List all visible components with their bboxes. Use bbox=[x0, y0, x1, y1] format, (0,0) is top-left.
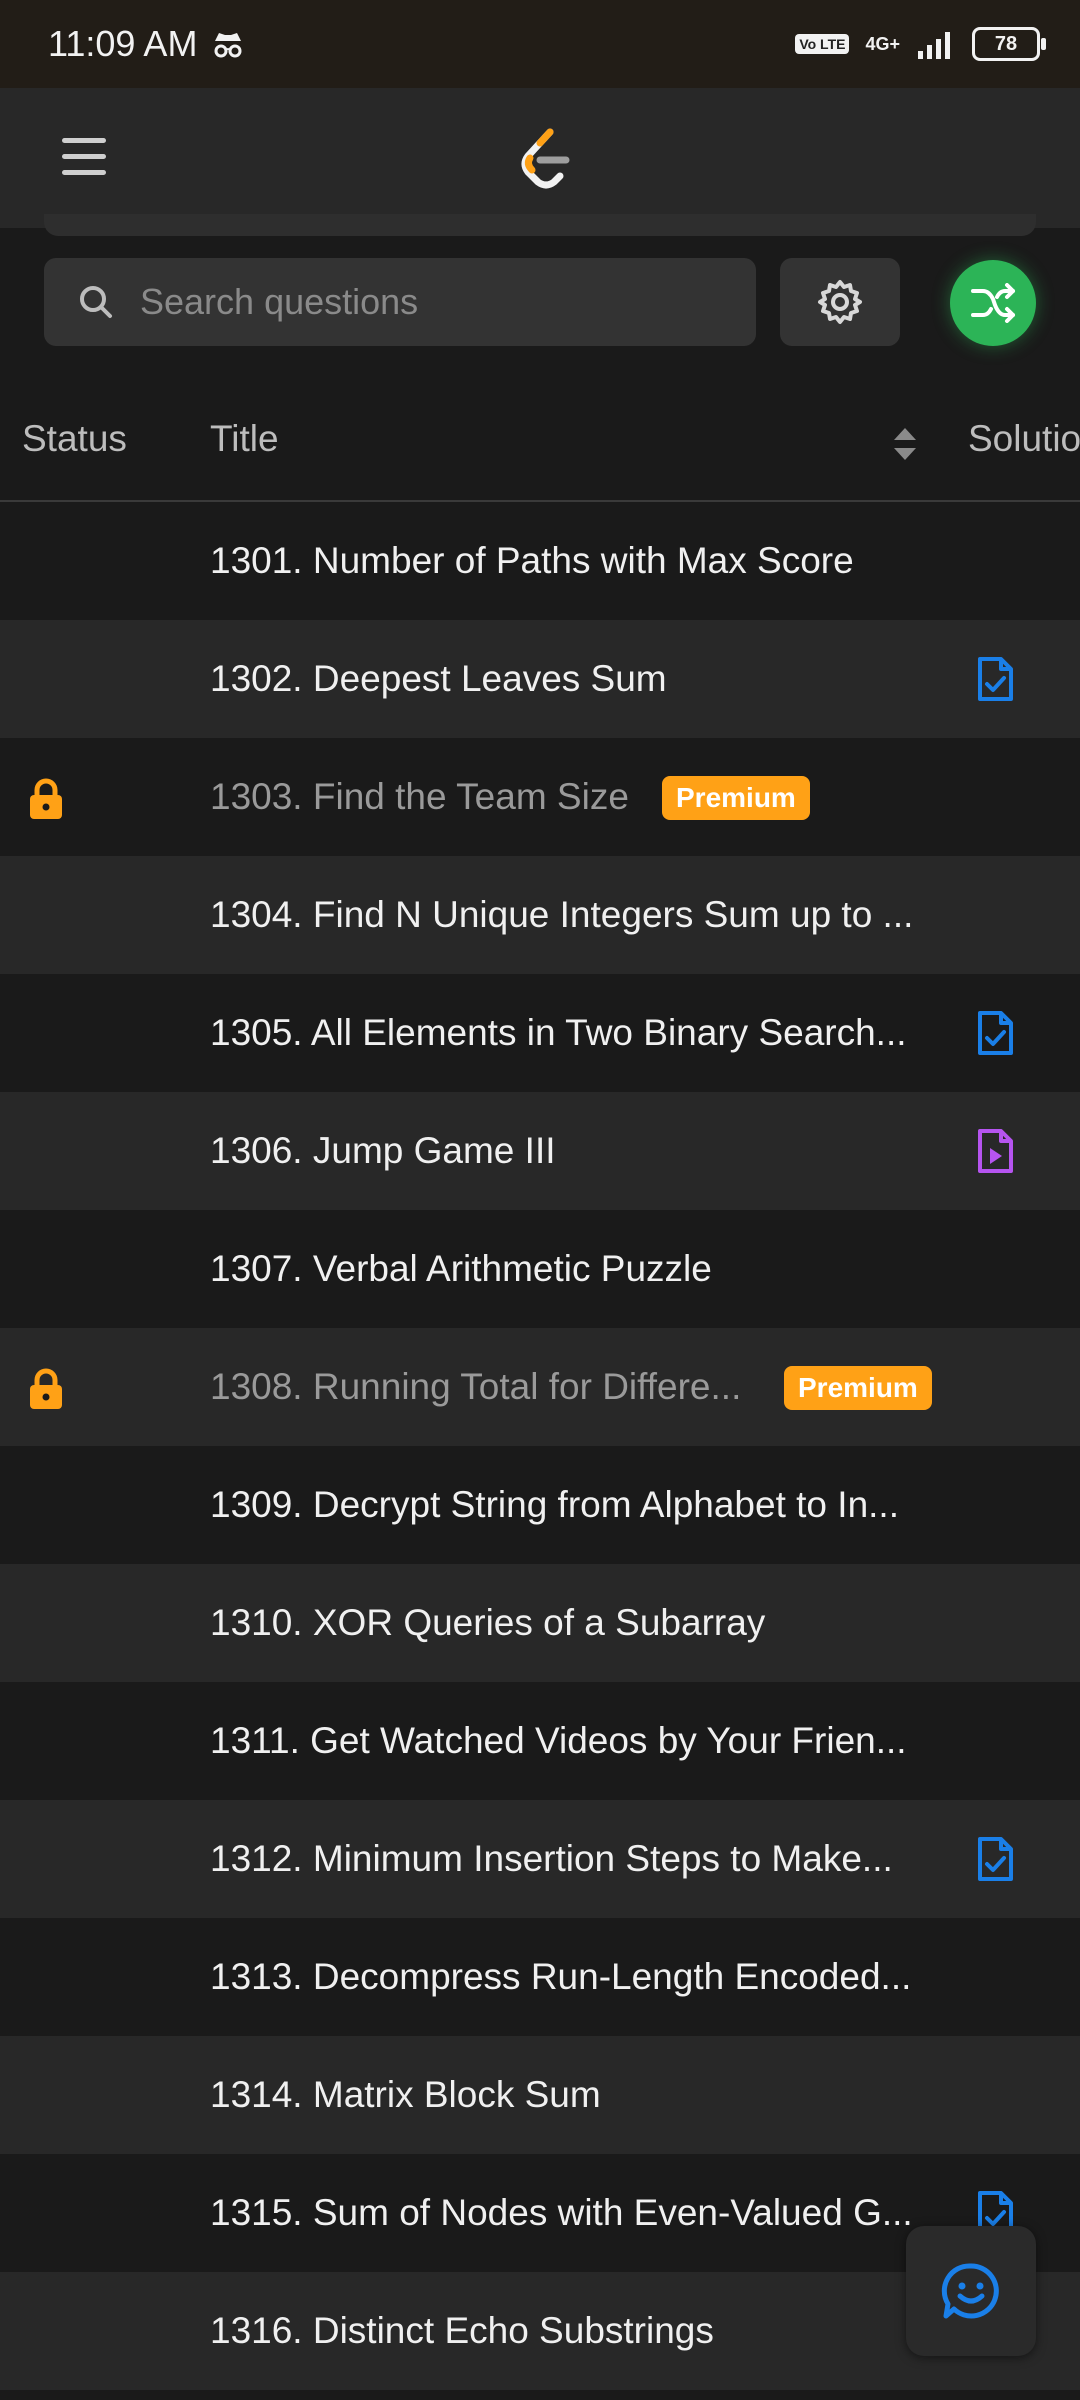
status-time-group: 11:09 AM bbox=[48, 23, 245, 65]
table-row[interactable]: 1313. Decompress Run-Length Encoded... bbox=[0, 1918, 1080, 2036]
battery-icon: 78 bbox=[972, 27, 1046, 61]
question-title[interactable]: 1306. Jump Game III bbox=[210, 1092, 556, 1210]
question-title[interactable]: 1304. Find N Unique Integers Sum up to .… bbox=[210, 856, 913, 974]
table-row[interactable]: 1303. Find the Team Size Premium bbox=[0, 738, 1080, 856]
status-icons: Vo LTE 4G+ 78 bbox=[795, 27, 1046, 61]
sheet-edge bbox=[44, 214, 1036, 236]
search-row bbox=[0, 258, 1080, 348]
article-solution-icon[interactable] bbox=[976, 1010, 1014, 1056]
lock-icon bbox=[30, 1368, 62, 1409]
leetcode-logo[interactable] bbox=[516, 128, 576, 192]
question-title[interactable]: 1314. Matrix Block Sum bbox=[210, 2036, 601, 2154]
table-row[interactable]: 1308. Running Total for Differe... Premiu… bbox=[0, 1328, 1080, 1446]
search-icon bbox=[80, 286, 112, 318]
search-input[interactable] bbox=[138, 280, 742, 324]
question-title[interactable]: 1312. Minimum Insertion Steps to Make... bbox=[210, 1800, 893, 1918]
table-row[interactable]: 1307. Verbal Arithmetic Puzzle bbox=[0, 1210, 1080, 1328]
sort-icon[interactable] bbox=[892, 424, 918, 464]
lock-icon bbox=[30, 778, 62, 819]
status-bar: 11:09 AM Vo LTE 4G+ 78 bbox=[0, 0, 1080, 88]
article-solution-icon[interactable] bbox=[976, 1836, 1014, 1882]
question-title[interactable]: 1303. Find the Team Size bbox=[210, 738, 629, 856]
question-title[interactable]: 1307. Verbal Arithmetic Puzzle bbox=[210, 1210, 712, 1328]
table-row[interactable]: 1311. Get Watched Videos by Your Frien..… bbox=[0, 1682, 1080, 1800]
table-row[interactable]: 1302. Deepest Leaves Sum bbox=[0, 620, 1080, 738]
question-title[interactable]: 1311. Get Watched Videos by Your Frien..… bbox=[210, 1682, 907, 1800]
question-title[interactable]: 1308. Running Total for Differe... bbox=[210, 1328, 741, 1446]
question-title[interactable]: 1302. Deepest Leaves Sum bbox=[210, 620, 667, 738]
question-title[interactable]: 1316. Distinct Echo Substrings bbox=[210, 2272, 714, 2390]
shuffle-icon bbox=[971, 283, 1015, 323]
status-time: 11:09 AM bbox=[48, 23, 198, 64]
table-row[interactable]: 1306. Jump Game III bbox=[0, 1092, 1080, 1210]
shuffle-button[interactable] bbox=[950, 260, 1036, 346]
table-row[interactable]: 1304. Find N Unique Integers Sum up to .… bbox=[0, 856, 1080, 974]
premium-badge: Premium bbox=[784, 1366, 932, 1410]
table-row[interactable]: 1314. Matrix Block Sum bbox=[0, 2036, 1080, 2154]
hamburger-menu-icon[interactable] bbox=[62, 138, 106, 178]
table-row[interactable]: 1305. All Elements in Two Binary Search.… bbox=[0, 974, 1080, 1092]
battery-level: 78 bbox=[994, 32, 1018, 55]
table-row[interactable]: 1312. Minimum Insertion Steps to Make... bbox=[0, 1800, 1080, 1918]
table-row[interactable]: 1309. Decrypt String from Alphabet to In… bbox=[0, 1446, 1080, 1564]
table-row[interactable]: 1301. Number of Paths with Max Score bbox=[0, 502, 1080, 620]
column-header-solution[interactable]: Solution bbox=[968, 418, 1080, 460]
column-header-status[interactable]: Status bbox=[22, 418, 127, 460]
incognito-icon bbox=[214, 33, 242, 58]
question-list: 1301. Number of Paths with Max Score 1302… bbox=[0, 502, 1080, 2390]
video-solution-icon[interactable] bbox=[976, 1128, 1014, 1174]
settings-button[interactable] bbox=[780, 258, 900, 346]
volte-badge: Vo LTE bbox=[795, 34, 850, 54]
article-solution-icon[interactable] bbox=[976, 656, 1014, 702]
question-title[interactable]: 1309. Decrypt String from Alphabet to In… bbox=[210, 1446, 899, 1564]
table-header: Status Title Solution bbox=[0, 390, 1080, 502]
app-bar bbox=[0, 88, 1080, 228]
table-row[interactable]: 1310. XOR Queries of a Subarray bbox=[0, 1564, 1080, 1682]
feedback-button[interactable] bbox=[906, 2226, 1036, 2356]
search-box[interactable] bbox=[44, 258, 756, 346]
question-title[interactable]: 1301. Number of Paths with Max Score bbox=[210, 502, 854, 620]
column-header-title[interactable]: Title bbox=[210, 418, 279, 460]
feedback-smile-icon bbox=[941, 2263, 999, 2319]
question-title[interactable]: 1313. Decompress Run-Length Encoded... bbox=[210, 1918, 911, 2036]
question-title[interactable]: 1305. All Elements in Two Binary Search.… bbox=[210, 974, 907, 1092]
gear-icon bbox=[818, 280, 862, 324]
signal-icon bbox=[918, 32, 950, 59]
premium-badge: Premium bbox=[662, 776, 810, 820]
network-type: 4G+ bbox=[865, 34, 900, 54]
question-title[interactable]: 1310. XOR Queries of a Subarray bbox=[210, 1564, 765, 1682]
question-title[interactable]: 1315. Sum of Nodes with Even-Valued G... bbox=[210, 2154, 913, 2272]
